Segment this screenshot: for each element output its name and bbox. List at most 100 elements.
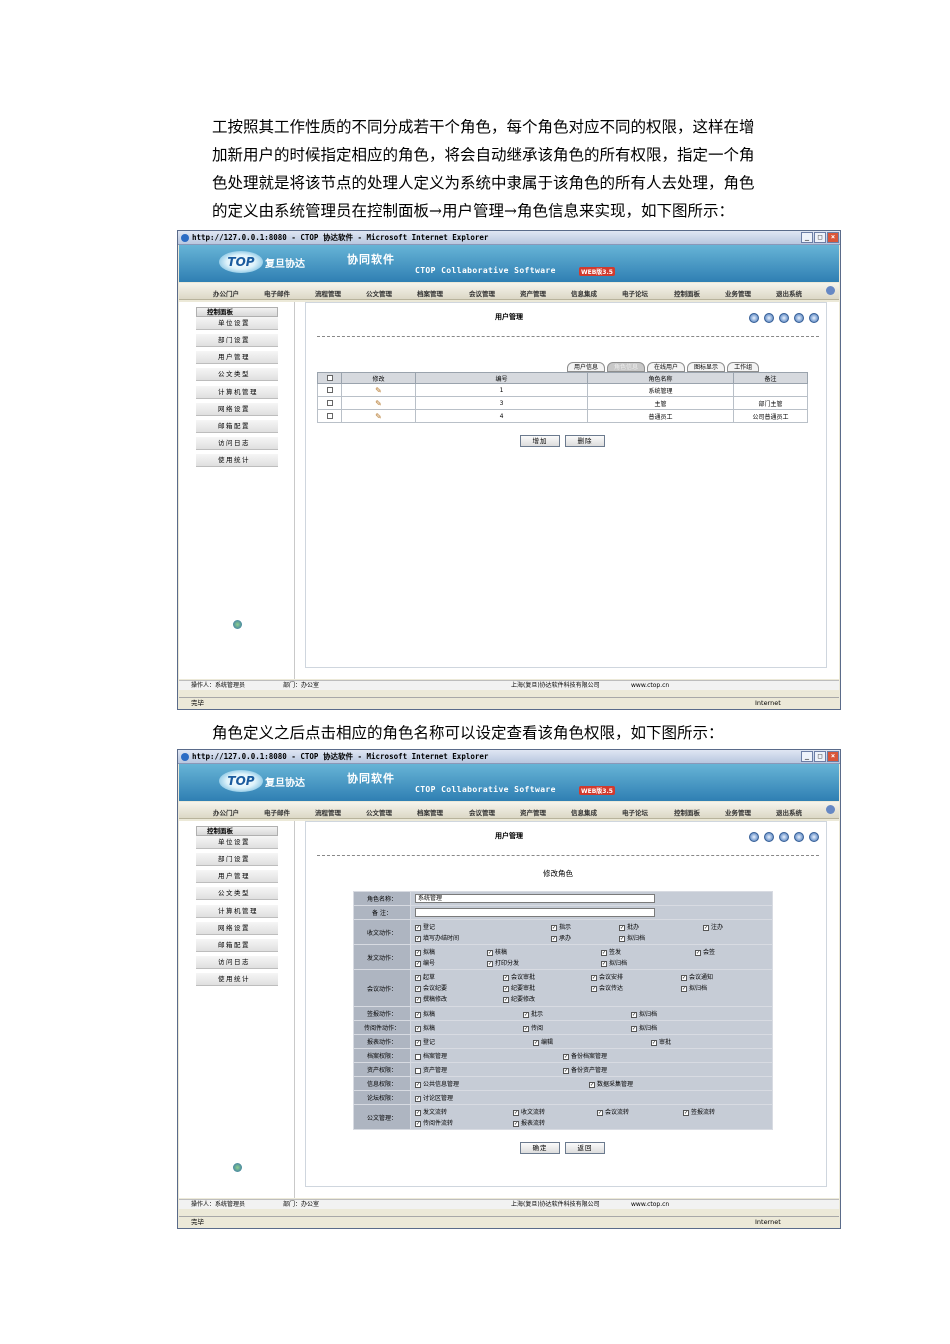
sidebar-item-mailbox[interactable]: 邮箱配置 xyxy=(196,420,278,433)
menu-item[interactable]: 公文管理 xyxy=(366,807,392,817)
edit-icon[interactable] xyxy=(749,313,759,323)
permission-checkbox[interactable]: ✓ 会议传达 xyxy=(591,983,623,992)
role-name-input[interactable]: 系统管理 xyxy=(415,894,655,903)
menu-item[interactable]: 流程管理 xyxy=(315,807,341,817)
permission-checkbox[interactable]: ✓ 拟稿 xyxy=(415,947,435,956)
back-icon[interactable] xyxy=(779,313,789,323)
tab-role-info[interactable]: 角色信息 xyxy=(607,362,646,372)
edit-icon[interactable]: ✎ xyxy=(375,399,382,408)
permission-checkbox[interactable]: 档案管理 xyxy=(415,1051,447,1060)
help-icon[interactable] xyxy=(809,832,819,842)
menu-item[interactable]: 办公门户 xyxy=(213,807,239,817)
sidebar-item-users[interactable]: 用户管理 xyxy=(196,870,278,883)
permission-checkbox[interactable]: ✓ 传阅 xyxy=(523,1023,543,1032)
permission-checkbox[interactable]: ✓ 打印分发 xyxy=(487,958,519,967)
permission-checkbox[interactable]: ✓ 会议通知 xyxy=(681,972,713,981)
select-all[interactable] xyxy=(317,372,342,384)
sidebar-item-log[interactable]: 访问日志 xyxy=(196,956,278,969)
sidebar-item-users[interactable]: 用户管理 xyxy=(196,351,278,364)
permission-checkbox[interactable]: ✓ 签发 xyxy=(601,947,621,956)
sidebar-item-mailbox[interactable]: 邮箱配置 xyxy=(196,939,278,952)
menu-item[interactable]: 电子邮件 xyxy=(264,288,290,298)
permission-checkbox[interactable]: ✓ 纪要修改 xyxy=(503,994,535,1003)
sidebar-item-network[interactable]: 网络设置 xyxy=(196,922,278,935)
role-name-link[interactable]: 主管 xyxy=(587,396,734,410)
menu-item[interactable]: 信息集成 xyxy=(571,288,597,298)
menu-item[interactable]: 控制面板 xyxy=(674,288,700,298)
permission-checkbox[interactable]: ✓ 拟稿 xyxy=(415,1009,435,1018)
permission-checkbox[interactable]: ✓ 拟归档 xyxy=(619,933,645,942)
sidebar-item-log[interactable]: 访问日志 xyxy=(196,437,278,450)
permission-checkbox[interactable]: ✓ 起草 xyxy=(415,972,435,981)
tab-icon-display[interactable]: 图标显示 xyxy=(687,362,726,372)
help-icon[interactable] xyxy=(826,805,835,814)
close-button[interactable]: × xyxy=(827,751,839,762)
menu-item[interactable]: 电子邮件 xyxy=(264,807,290,817)
permission-checkbox[interactable]: ✓ 拟归档 xyxy=(681,983,707,992)
permission-checkbox[interactable]: ✓ 拟稿 xyxy=(415,1023,435,1032)
confirm-button[interactable]: 确定 xyxy=(520,1142,560,1154)
permission-checkbox[interactable]: ✓ 备份档案管理 xyxy=(563,1051,607,1060)
permission-checkbox[interactable]: ✓ 撰稿修改 xyxy=(415,994,447,1003)
permission-checkbox[interactable]: ✓ 会议纪要 xyxy=(415,983,447,992)
menu-item[interactable]: 退出系统 xyxy=(776,288,802,298)
menu-item[interactable]: 退出系统 xyxy=(776,807,802,817)
tab-online-users[interactable]: 在线用户 xyxy=(647,362,686,372)
permission-checkbox[interactable]: ✓ 指示 xyxy=(551,922,571,931)
checkbox[interactable] xyxy=(326,413,333,419)
back-icon[interactable] xyxy=(779,832,789,842)
sidebar-item-dept[interactable]: 部门设置 xyxy=(196,853,278,866)
permission-checkbox[interactable]: ✓ 登记 xyxy=(415,922,435,931)
permission-checkbox[interactable]: ✓ 登记 xyxy=(415,1037,435,1046)
menu-item[interactable]: 资产管理 xyxy=(520,288,546,298)
sidebar-item-computer[interactable]: 计算机管理 xyxy=(196,386,278,399)
checkbox[interactable] xyxy=(326,387,333,393)
sidebar-item-stats[interactable]: 使用统计 xyxy=(196,454,278,467)
permission-checkbox[interactable]: ✓ 备份资产管理 xyxy=(563,1065,607,1074)
permission-checkbox[interactable]: ✓ 填写办结时间 xyxy=(415,933,459,942)
permission-checkbox[interactable]: 资产管理 xyxy=(415,1065,447,1074)
menu-item[interactable]: 电子论坛 xyxy=(622,807,648,817)
note-input[interactable] xyxy=(415,908,655,917)
menu-item[interactable]: 控制面板 xyxy=(674,807,700,817)
role-name-link[interactable]: 普通员工 xyxy=(587,409,734,423)
minimize-button[interactable]: _ xyxy=(801,232,813,243)
globe-icon[interactable] xyxy=(764,832,774,842)
edit-icon[interactable]: ✎ xyxy=(375,386,382,395)
permission-checkbox[interactable]: ✓ 承办 xyxy=(551,933,571,942)
sidebar-item-dept[interactable]: 部门设置 xyxy=(196,334,278,347)
menu-item[interactable]: 公文管理 xyxy=(366,288,392,298)
permission-checkbox[interactable]: ✓ 数据采集管理 xyxy=(589,1079,633,1088)
permission-checkbox[interactable]: ✓ 注办 xyxy=(703,922,723,931)
permission-checkbox[interactable]: ✓ 公共信息管理 xyxy=(415,1079,459,1088)
permission-checkbox[interactable]: ✓ 会议安排 xyxy=(591,972,623,981)
checkbox[interactable] xyxy=(326,400,333,406)
menu-item[interactable]: 会议管理 xyxy=(469,807,495,817)
menu-item[interactable]: 业务管理 xyxy=(725,288,751,298)
sidebar-item-unit[interactable]: 单位设置 xyxy=(196,317,278,330)
menu-item[interactable]: 电子论坛 xyxy=(622,288,648,298)
permission-checkbox[interactable]: ✓ 收文流转 xyxy=(513,1107,545,1116)
back-button[interactable]: 返回 xyxy=(565,1142,605,1154)
permission-checkbox[interactable]: ✓ 讨论区管理 xyxy=(415,1093,453,1102)
permission-checkbox[interactable]: ✓ 核稿 xyxy=(487,947,507,956)
minimize-button[interactable]: _ xyxy=(801,751,813,762)
add-button[interactable]: 增加 xyxy=(520,435,560,447)
forward-icon[interactable] xyxy=(794,832,804,842)
menu-item[interactable]: 信息集成 xyxy=(571,807,597,817)
permission-checkbox[interactable]: ✓ 传阅件流转 xyxy=(415,1118,453,1127)
permission-checkbox[interactable]: ✓ 编辑 xyxy=(533,1037,553,1046)
menu-item[interactable]: 流程管理 xyxy=(315,288,341,298)
permission-checkbox[interactable]: ✓ 批示 xyxy=(523,1009,543,1018)
menu-item[interactable]: 档案管理 xyxy=(417,807,443,817)
permission-checkbox[interactable]: ✓ 发文流转 xyxy=(415,1107,447,1116)
permission-checkbox[interactable]: ✓ 签报流转 xyxy=(683,1107,715,1116)
permission-checkbox[interactable]: ✓ 编号 xyxy=(415,958,435,967)
help-icon[interactable] xyxy=(809,313,819,323)
edit-icon[interactable] xyxy=(749,832,759,842)
permission-checkbox[interactable]: ✓ 审批 xyxy=(651,1037,671,1046)
permission-checkbox[interactable]: ✓ 会议流转 xyxy=(597,1107,629,1116)
tab-workgroup[interactable]: 工作组 xyxy=(727,362,760,372)
delete-button[interactable]: 删除 xyxy=(565,435,605,447)
sidebar-item-unit[interactable]: 单位设置 xyxy=(196,836,278,849)
